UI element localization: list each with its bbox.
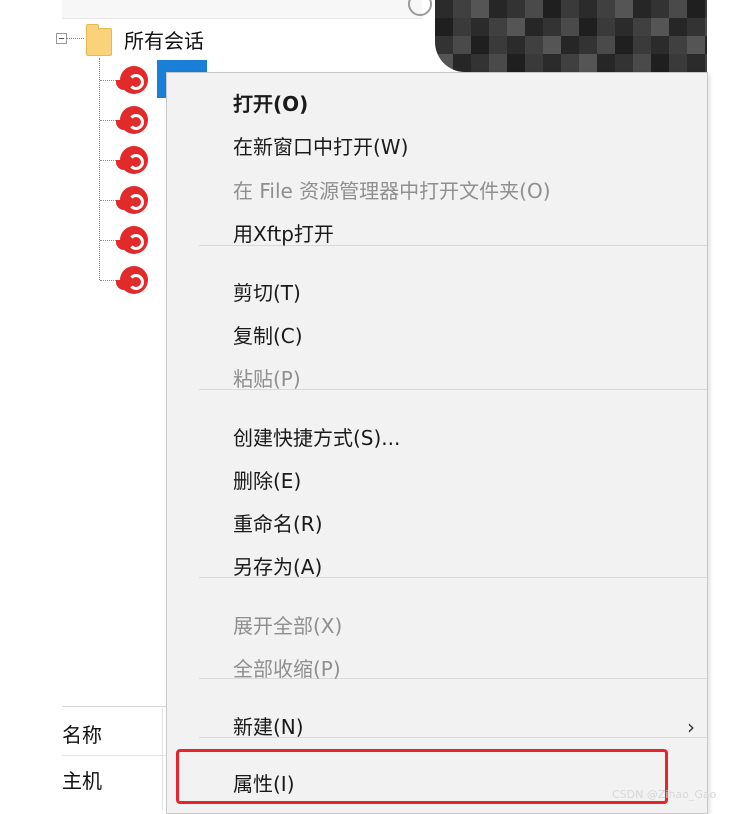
session-icon[interactable] (116, 66, 148, 94)
chevron-right-icon: › (687, 715, 695, 739)
menu-item-label: 打开(O) (233, 92, 309, 116)
annotation-highlight-box (176, 749, 668, 804)
column-divider (162, 707, 163, 810)
watermark: CSDN @Zihao_Gao (612, 788, 717, 801)
menu-item-label: 创建快捷方式(S)... (233, 426, 401, 450)
menu-item: 粘贴(P) (167, 359, 707, 399)
session-icon[interactable] (116, 186, 148, 214)
menu-item[interactable]: 删除(E) (167, 461, 707, 501)
session-icon[interactable] (116, 226, 148, 254)
left-panel-edge (0, 0, 62, 809)
menu-item-label: 复制(C) (233, 324, 303, 348)
menu-item[interactable]: 新建(N) › (167, 707, 707, 747)
menu-item-label: 粘贴(P) (233, 367, 301, 391)
tree-connector (99, 58, 100, 280)
context-menu: 打开(O) 在新窗口中打开(W) 在 File 资源管理器中打开文件夹(O) 用Xft… (166, 72, 708, 814)
menu-item[interactable]: 剪切(T) (167, 273, 707, 313)
menu-item-label: 全部收缩(P) (233, 657, 341, 681)
menu-item[interactable]: 重命名(R) (167, 504, 707, 544)
search-bar-strip[interactable] (62, 0, 422, 19)
menu-item[interactable]: 创建快捷方式(S)... (167, 418, 707, 458)
tree-connector (66, 38, 84, 39)
session-icon[interactable] (116, 146, 148, 174)
menu-item[interactable]: 打开(O) (167, 84, 707, 124)
menu-item-label: 另存为(A) (233, 555, 323, 579)
properties-pane: 名称 主机 (62, 706, 166, 810)
menu-item[interactable]: 另存为(A) (167, 547, 707, 587)
folder-icon (86, 24, 112, 56)
menu-item[interactable]: 用Xftp打开 (167, 214, 707, 254)
menu-item: 在 File 资源管理器中打开文件夹(O) (167, 171, 707, 211)
menu-item-label: 新建(N) (233, 715, 304, 739)
menu-item-label: 在新窗口中打开(W) (233, 135, 409, 159)
blurred-region (435, 0, 707, 72)
menu-item-label: 用Xftp打开 (233, 222, 334, 246)
menu-item-label: 在 File 资源管理器中打开文件夹(O) (233, 179, 551, 203)
menu-item-label: 剪切(T) (233, 281, 301, 305)
menu-item-label: 展开全部(X) (233, 614, 343, 638)
tree-root-label[interactable]: 所有会话 (124, 28, 204, 54)
menu-item-label: 删除(E) (233, 469, 302, 493)
menu-item[interactable]: 在新窗口中打开(W) (167, 127, 707, 167)
property-name-label: 名称 (62, 723, 102, 747)
menu-item[interactable]: 复制(C) (167, 316, 707, 356)
session-icon[interactable] (116, 266, 148, 294)
menu-item-label: 重命名(R) (233, 512, 323, 536)
menu-item: 展开全部(X) (167, 606, 707, 646)
menu-item: 全部收缩(P) (167, 649, 707, 689)
session-icon[interactable] (116, 106, 148, 134)
property-host-label: 主机 (62, 769, 102, 793)
